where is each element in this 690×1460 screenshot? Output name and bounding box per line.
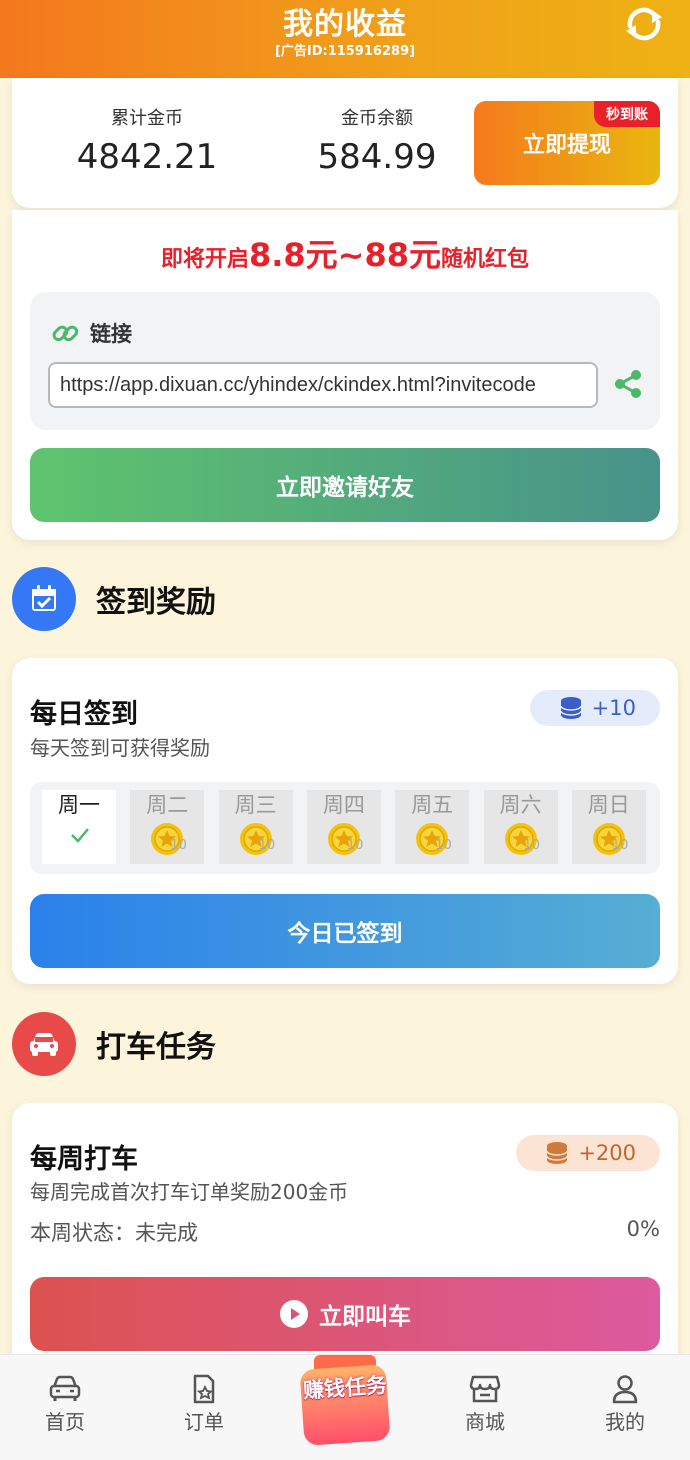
play-icon bbox=[280, 1300, 308, 1328]
car-icon bbox=[49, 1375, 81, 1401]
link-icon bbox=[52, 325, 79, 342]
coins-icon bbox=[546, 1142, 569, 1164]
checkin-day-label: 周一 bbox=[58, 793, 100, 817]
checkin-day-6: 周六 10 bbox=[483, 790, 558, 864]
weekly-taxi-card: 每周打车 每周完成首次打车订单奖励200金币 +200 本周状态：未完成 0% … bbox=[12, 1103, 678, 1373]
total-coins-label: 累计金币 bbox=[111, 108, 183, 129]
checked-in-today-button[interactable]: 今日已签到 bbox=[30, 894, 660, 968]
coin-balance-value: 584.99 bbox=[317, 137, 437, 177]
promo-prefix: 即将开启 bbox=[160, 247, 249, 272]
withdraw-button-label: 立即提现 bbox=[522, 133, 611, 158]
coins-icon bbox=[559, 697, 582, 719]
checkin-card-title: 每日签到 bbox=[30, 699, 138, 730]
link-label: 链接 bbox=[90, 322, 132, 346]
checkin-card-subtitle: 每天签到可获得奖励 bbox=[30, 736, 210, 760]
promo-suffix: 随机红包 bbox=[441, 247, 530, 272]
coin-balance-stat: 金币余额 584.99 bbox=[302, 108, 452, 180]
red-packet-promo: 即将开启8.8元~88元随机红包 bbox=[12, 230, 678, 276]
ad-id-label: [广告ID:115916289] bbox=[274, 44, 416, 59]
promo-amount: 8.8元~88元 bbox=[248, 236, 442, 274]
nav-orders[interactable]: 订单 bbox=[164, 1373, 244, 1435]
coin-amount: 10 bbox=[258, 838, 276, 853]
invite-card: 即将开启8.8元~88元随机红包 链接 https://app.dixuan.c… bbox=[12, 210, 678, 540]
coin-amount: 10 bbox=[611, 838, 629, 853]
store-icon bbox=[469, 1375, 501, 1403]
nav-mine[interactable]: 我的 bbox=[585, 1373, 665, 1435]
nav-mine-label: 我的 bbox=[605, 1410, 645, 1434]
nav-mall[interactable]: 商城 bbox=[445, 1373, 525, 1435]
checkin-day-label: 周五 bbox=[411, 793, 454, 817]
calendar-check-icon bbox=[12, 567, 76, 631]
bottom-nav: 首页 订单 赚钱任务 商城 我的 bbox=[0, 1354, 690, 1460]
taxi-section-header: 打车任务 bbox=[12, 1012, 216, 1076]
coin-amount: 10 bbox=[346, 838, 364, 853]
checkin-section-header: 签到奖励 bbox=[12, 567, 216, 631]
invite-link-box: 链接 https://app.dixuan.cc/yhindex/ckindex… bbox=[30, 292, 660, 430]
taxi-card-title: 每周打车 bbox=[30, 1144, 138, 1175]
taxi-reward-badge: +200 bbox=[516, 1135, 660, 1171]
earnings-card: 累计金币 4842.21 金币余额 584.99 立即提现 秒到账 bbox=[12, 78, 678, 208]
checkin-day-7: 周日 10 bbox=[571, 790, 646, 864]
checkin-day-3: 周三 10 bbox=[218, 790, 293, 864]
checkin-day-label: 周三 bbox=[234, 793, 277, 817]
checkin-day-label: 周日 bbox=[587, 793, 630, 817]
user-icon bbox=[612, 1375, 638, 1404]
refresh-icon[interactable] bbox=[622, 6, 666, 42]
checkin-section-title: 签到奖励 bbox=[96, 585, 216, 620]
weekly-status-text: 本周状态：未完成 bbox=[30, 1221, 198, 1245]
coin-amount: 10 bbox=[435, 838, 452, 853]
withdraw-button[interactable]: 立即提现 秒到账 bbox=[474, 101, 660, 185]
checkin-reward-value: +10 bbox=[591, 696, 636, 720]
page-title: 我的收益 bbox=[283, 7, 407, 42]
coin-balance-label: 金币余额 bbox=[341, 108, 413, 129]
checkmark-icon bbox=[71, 828, 89, 843]
checkin-day-label: 周四 bbox=[322, 793, 365, 817]
taxi-reward-value: +200 bbox=[578, 1141, 636, 1165]
total-coins-stat: 累计金币 4842.21 bbox=[72, 108, 222, 180]
link-label-row: 链接 bbox=[50, 318, 132, 348]
taxi-card-subtitle: 每周完成首次打车订单奖励200金币 bbox=[30, 1180, 349, 1204]
car-icon bbox=[12, 1012, 76, 1076]
order-doc-icon bbox=[193, 1374, 215, 1404]
instant-badge: 秒到账 bbox=[594, 101, 660, 127]
weekday-checkin-row: 周一 周二 10 周三 10 周四 10 周五 10 周六 10 周日 10 bbox=[30, 782, 660, 874]
progress-percent: 0% bbox=[626, 1217, 660, 1241]
taxi-section-title: 打车任务 bbox=[96, 1030, 216, 1065]
coin-amount: 10 bbox=[170, 838, 187, 853]
invite-friends-button[interactable]: 立即邀请好友 bbox=[30, 448, 660, 522]
coin-amount: 10 bbox=[523, 838, 541, 853]
nav-home[interactable]: 首页 bbox=[25, 1373, 105, 1435]
checkin-reward-badge: +10 bbox=[529, 690, 660, 726]
checkin-day-label: 周二 bbox=[146, 793, 189, 817]
invite-link-field[interactable]: https://app.dixuan.cc/yhindex/ckindex.ht… bbox=[48, 362, 598, 408]
nav-mall-label: 商城 bbox=[465, 1410, 505, 1434]
nav-home-label: 首页 bbox=[45, 1410, 85, 1434]
total-coins-value: 4842.21 bbox=[76, 137, 218, 177]
app-header: 我的收益 [广告ID:115916289] bbox=[0, 0, 690, 78]
share-icon[interactable] bbox=[610, 366, 646, 402]
checkin-day-4: 周四 10 bbox=[306, 790, 381, 864]
nav-money-task[interactable]: 赚钱任务 bbox=[296, 1351, 394, 1451]
checkin-day-1: 周一 bbox=[42, 790, 116, 864]
daily-checkin-card: 每日签到 每天签到可获得奖励 +10 周一 周二 10 周三 10 周四 10 周五 10 周六 1… bbox=[12, 658, 678, 984]
call-taxi-button[interactable]: 立即叫车 bbox=[30, 1277, 660, 1351]
nav-orders-label: 订单 bbox=[184, 1410, 224, 1434]
call-taxi-label: 立即叫车 bbox=[319, 1304, 411, 1330]
checkin-day-5: 周五 10 bbox=[395, 790, 470, 864]
checkin-day-label: 周六 bbox=[499, 793, 542, 817]
checkin-day-2: 周二 10 bbox=[130, 790, 205, 864]
